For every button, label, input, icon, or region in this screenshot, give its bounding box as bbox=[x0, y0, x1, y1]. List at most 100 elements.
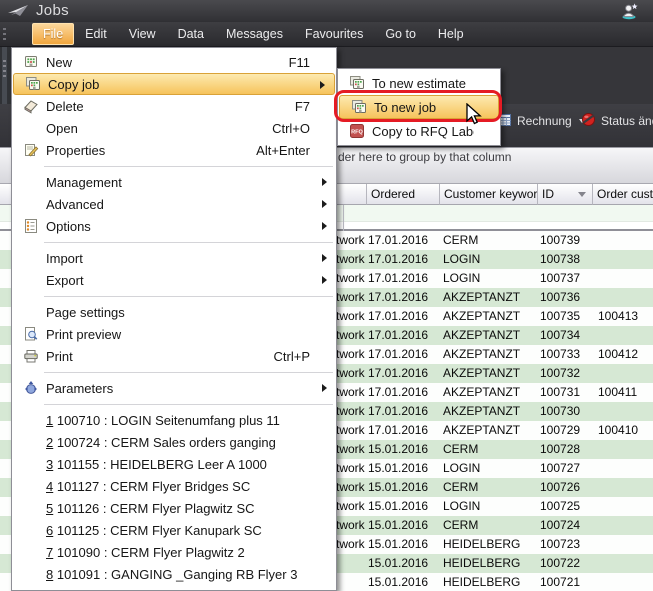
submenu-arrow-icon bbox=[320, 81, 325, 89]
dock-grip[interactable] bbox=[3, 60, 6, 78]
menu-item-properties[interactable]: PropertiesAlt+Enter bbox=[12, 139, 336, 161]
cell-ordered: 17.01.2016 bbox=[368, 326, 428, 345]
cell-id: 100721 bbox=[540, 573, 580, 591]
cell-id: 100728 bbox=[540, 440, 580, 459]
menu-item-label: Copy job bbox=[48, 77, 308, 92]
file-menu: NewF11 Copy job DeleteF7OpenCtrl+OProperti… bbox=[11, 47, 337, 591]
cell-customer-keyword: AKZEPTANZT bbox=[443, 326, 520, 345]
menu-item-label: Management bbox=[46, 175, 310, 190]
cell-status: twork bbox=[336, 231, 365, 250]
cell-id: 100738 bbox=[540, 250, 580, 269]
menubar-item-edit[interactable]: Edit bbox=[74, 23, 118, 45]
column-header-id[interactable]: ID bbox=[538, 184, 593, 205]
menu-item-shortcut: Ctrl+O bbox=[272, 121, 310, 136]
cell-id: 100726 bbox=[540, 478, 580, 497]
cell-customer-keyword: CERM bbox=[443, 231, 478, 250]
cell-id: 100732 bbox=[540, 364, 580, 383]
cell-id: 100735 bbox=[540, 307, 580, 326]
recent-job-item-6[interactable]: 6 101125 : CERM Flyer Kanupark SC bbox=[12, 519, 336, 541]
menu-item-page-settings[interactable]: Page settings bbox=[12, 301, 336, 323]
cell-customer-keyword: AKZEPTANZT bbox=[443, 421, 520, 440]
cell-ordered: 17.01.2016 bbox=[368, 421, 428, 440]
menu-item-delete[interactable]: DeleteF7 bbox=[12, 95, 336, 117]
cell-ordered: 15.01.2016 bbox=[368, 459, 428, 478]
menu-item-shortcut: F11 bbox=[289, 55, 310, 70]
cell-id: 100725 bbox=[540, 497, 580, 516]
sort-desc-icon bbox=[578, 192, 586, 197]
cell-customer-keyword: CERM bbox=[443, 440, 478, 459]
cell-status: twork bbox=[336, 326, 365, 345]
status-change-button[interactable]: Status änd bbox=[580, 109, 653, 133]
cell-ordered: 15.01.2016 bbox=[368, 440, 428, 459]
cell-status: twork bbox=[336, 497, 365, 516]
copy-job-icon bbox=[17, 76, 48, 92]
menu-item-open[interactable]: OpenCtrl+O bbox=[12, 117, 336, 139]
menu-item-label: 7 101090 : CERM Flyer Plagwitz 2 bbox=[46, 545, 310, 560]
window-title: Jobs bbox=[36, 2, 69, 19]
menu-item-shortcut: Ctrl+P bbox=[274, 349, 310, 364]
recent-job-item-4[interactable]: 4 101127 : CERM Flyer Bridges SC bbox=[12, 475, 336, 497]
cell-status: twork bbox=[336, 288, 365, 307]
cell-id: 100734 bbox=[540, 326, 580, 345]
menu-item-new[interactable]: NewF11 bbox=[12, 51, 336, 73]
menu-item-management[interactable]: Management bbox=[12, 171, 336, 193]
cell-order-customer: 100410 bbox=[598, 421, 638, 440]
menu-separator bbox=[12, 291, 336, 301]
cell-customer-keyword: CERM bbox=[443, 478, 478, 497]
cell-customer-keyword: CERM bbox=[443, 516, 478, 535]
parameters-icon bbox=[15, 380, 46, 396]
menubar-item-favourites[interactable]: Favourites bbox=[294, 23, 374, 45]
column-header-ordered[interactable]: Ordered bbox=[367, 184, 440, 205]
menu-item-label: 2 100724 : CERM Sales orders ganging bbox=[46, 435, 310, 450]
menu-item-advanced[interactable]: Advanced bbox=[12, 193, 336, 215]
menubar-item-data[interactable]: Data bbox=[167, 23, 215, 45]
menu-item-label: Parameters bbox=[46, 381, 310, 396]
menubar-item-view[interactable]: View bbox=[118, 23, 167, 45]
menu-item-label: Options bbox=[46, 219, 310, 234]
menu-item-print-preview[interactable]: Print preview bbox=[12, 323, 336, 345]
column-header-customer-keyword[interactable]: Customer keyword bbox=[440, 184, 538, 205]
recent-job-item-8[interactable]: 8 101091 : GANGING _Ganging RB Flyer 3 bbox=[12, 563, 336, 585]
app-icon bbox=[7, 3, 31, 24]
menu-item-parameters[interactable]: Parameters bbox=[12, 377, 336, 399]
properties-icon bbox=[15, 142, 46, 158]
status-ball-icon bbox=[580, 111, 597, 131]
recent-job-item-2[interactable]: 2 100724 : CERM Sales orders ganging bbox=[12, 431, 336, 453]
recent-job-item-1[interactable]: 1 100710 : LOGIN Seitenumfang plus 11 bbox=[12, 409, 336, 431]
menu-item-copy-job[interactable]: Copy job bbox=[13, 73, 335, 95]
menu-item-label: Export bbox=[46, 273, 310, 288]
rechnung-button[interactable]: Rechnung bbox=[497, 109, 585, 133]
recent-job-item-7[interactable]: 7 101090 : CERM Flyer Plagwitz 2 bbox=[12, 541, 336, 563]
eraser-icon bbox=[15, 98, 46, 114]
print-preview-icon bbox=[15, 326, 46, 342]
recent-job-item-5[interactable]: 5 101126 : CERM Flyer Plagwitz SC bbox=[12, 497, 336, 519]
table-gridline bbox=[343, 205, 344, 231]
cell-status: twork bbox=[336, 307, 365, 326]
menu-separator bbox=[12, 237, 336, 247]
menubar-item-messages[interactable]: Messages bbox=[215, 23, 294, 45]
cell-ordered: 15.01.2016 bbox=[368, 478, 428, 497]
menu-item-print[interactable]: PrintCtrl+P bbox=[12, 345, 336, 367]
cell-order-customer: 100412 bbox=[598, 345, 638, 364]
cell-status: twork bbox=[336, 269, 365, 288]
recent-job-item-3[interactable]: 3 101155 : HEIDELBERG Leer A 1000 bbox=[12, 453, 336, 475]
cell-id: 100722 bbox=[540, 554, 580, 573]
cell-status: twork bbox=[336, 345, 365, 364]
cell-customer-keyword: AKZEPTANZT bbox=[443, 383, 520, 402]
menu-item-options[interactable]: Options bbox=[12, 215, 336, 237]
new-job-icon bbox=[15, 54, 46, 70]
printer-icon bbox=[15, 348, 46, 364]
menu-item-import[interactable]: Import bbox=[12, 247, 336, 269]
menubar-item-go-to[interactable]: Go to bbox=[374, 23, 427, 45]
cell-customer-keyword: HEIDELBERG bbox=[443, 573, 520, 591]
cell-customer-keyword: LOGIN bbox=[443, 497, 480, 516]
menu-item-label: To new estimate bbox=[372, 76, 474, 91]
cell-status: twork bbox=[336, 383, 365, 402]
copy-estimate-icon bbox=[341, 75, 372, 91]
menu-item-export[interactable]: Export bbox=[12, 269, 336, 291]
cell-ordered: 17.01.2016 bbox=[368, 307, 428, 326]
column-header-order-custo[interactable]: Order custo bbox=[593, 184, 653, 205]
menubar-item-help[interactable]: Help bbox=[427, 23, 475, 45]
cell-status: twork bbox=[336, 250, 365, 269]
menubar-item-file[interactable]: File bbox=[32, 23, 74, 45]
